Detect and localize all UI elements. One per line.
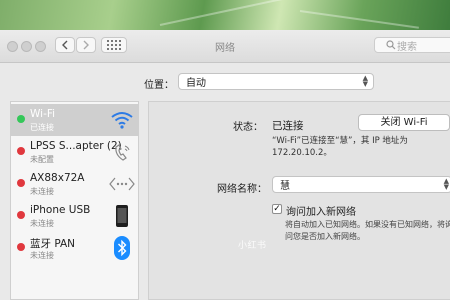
status-dot	[17, 115, 25, 123]
phone-icon	[109, 140, 135, 164]
ethernet-icon	[109, 172, 135, 196]
leaf-vein	[159, 0, 298, 26]
service-status: 已连接	[30, 123, 54, 132]
chevron-left-icon	[62, 40, 68, 50]
search-placeholder: 搜索	[397, 41, 417, 53]
service-name: 蓝牙 PAN	[30, 238, 76, 250]
status-dot	[17, 147, 25, 155]
status-value: 已连接	[272, 120, 304, 132]
back-button[interactable]	[55, 37, 75, 53]
zoom-window-button[interactable]	[35, 41, 46, 52]
status-dot	[17, 211, 25, 219]
forward-button[interactable]	[76, 37, 96, 53]
status-dot	[17, 243, 25, 251]
location-value: 自动	[186, 78, 206, 89]
status-description: “Wi-Fi”已连接至“慧”，其 IP 地址为 172.20.10.2。	[272, 136, 408, 158]
service-item-wifi[interactable]: Wi-Fi 已连接	[11, 104, 138, 136]
turn-off-wifi-button[interactable]: 关闭 Wi-Fi	[358, 114, 450, 131]
network-name-select[interactable]: 慧 ▲ ▼	[272, 176, 450, 193]
watermark: 小红书	[238, 241, 267, 251]
window-title: 网络	[215, 43, 235, 54]
status-label: 状态：	[233, 122, 263, 133]
service-name: Wi-Fi	[30, 108, 56, 120]
iphone-icon	[109, 204, 135, 228]
service-status: 未连接	[30, 251, 54, 260]
bluetooth-icon	[109, 236, 135, 260]
chevron-right-icon	[83, 40, 89, 50]
desktop-wallpaper	[0, 0, 450, 30]
ask-join-checkbox[interactable]: ✓	[272, 204, 282, 214]
service-name: LPSS S...apter (2)	[30, 140, 122, 152]
network-name-label: 网络名称：	[217, 184, 267, 195]
close-window-button[interactable]	[7, 41, 18, 52]
show-all-grid-icon	[107, 40, 121, 50]
status-dot	[17, 179, 25, 187]
location-select[interactable]: 自动 ▲ ▼	[178, 73, 374, 90]
ask-join-note: 将自动加入已知网络。如果没有已知网络，将询问您是否加入新网络。	[285, 220, 450, 241]
wifi-icon	[109, 108, 135, 132]
ask-join-label: 询问加入新网络	[286, 207, 356, 218]
service-item-lpss[interactable]: LPSS S...apter (2) 未配置	[11, 136, 138, 168]
service-status: 未连接	[30, 219, 54, 228]
network-name-value: 慧	[280, 181, 290, 192]
leaf-vein	[299, 10, 419, 29]
service-name: iPhone USB	[30, 204, 91, 216]
show-all-button[interactable]	[101, 37, 127, 53]
service-item-iphone-usb[interactable]: iPhone USB 未连接	[11, 200, 138, 232]
service-status: 未连接	[30, 187, 54, 196]
minimize-window-button[interactable]	[21, 41, 32, 52]
updown-arrows-icon: ▲ ▼	[362, 74, 368, 88]
location-label: 位置：	[144, 80, 174, 91]
search-icon	[386, 40, 396, 50]
service-list: Wi-Fi 已连接 LPSS S...apter (2) 未配置 AX88x72…	[10, 101, 139, 300]
service-name: AX88x72A	[30, 172, 85, 184]
updown-arrows-icon: ▲ ▼	[443, 177, 449, 191]
service-item-bluetooth-pan[interactable]: 蓝牙 PAN 未连接	[11, 232, 138, 264]
service-status: 未配置	[30, 155, 54, 164]
service-item-ax88x72a[interactable]: AX88x72A 未连接	[11, 168, 138, 200]
search-field[interactable]: 搜索	[374, 37, 450, 53]
